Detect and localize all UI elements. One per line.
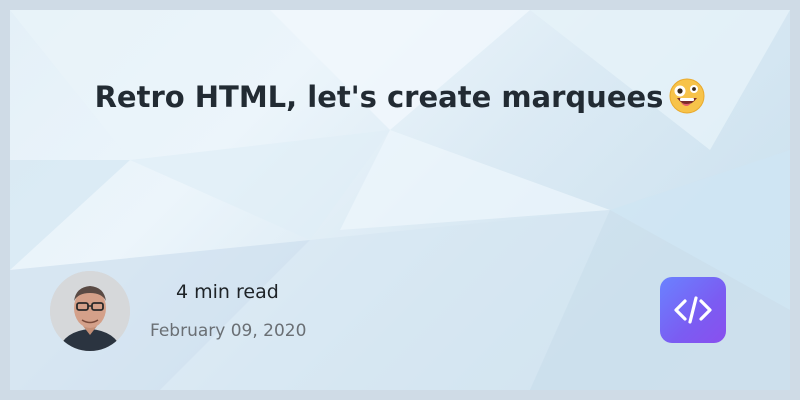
share-card: Retro HTML, let's create marquees 4 min … <box>0 0 800 400</box>
code-brackets-icon <box>674 296 712 324</box>
post-title-text: Retro HTML, let's create marquees <box>94 80 664 114</box>
publish-date: February 09, 2020 <box>150 321 307 341</box>
site-logo <box>660 277 726 343</box>
person-avatar-icon <box>50 271 130 351</box>
post-title: Retro HTML, let's create marquees <box>10 78 790 114</box>
author-avatar <box>50 271 130 351</box>
read-time: 4 min read <box>176 281 279 303</box>
zany-face-emoji-icon <box>669 78 705 114</box>
